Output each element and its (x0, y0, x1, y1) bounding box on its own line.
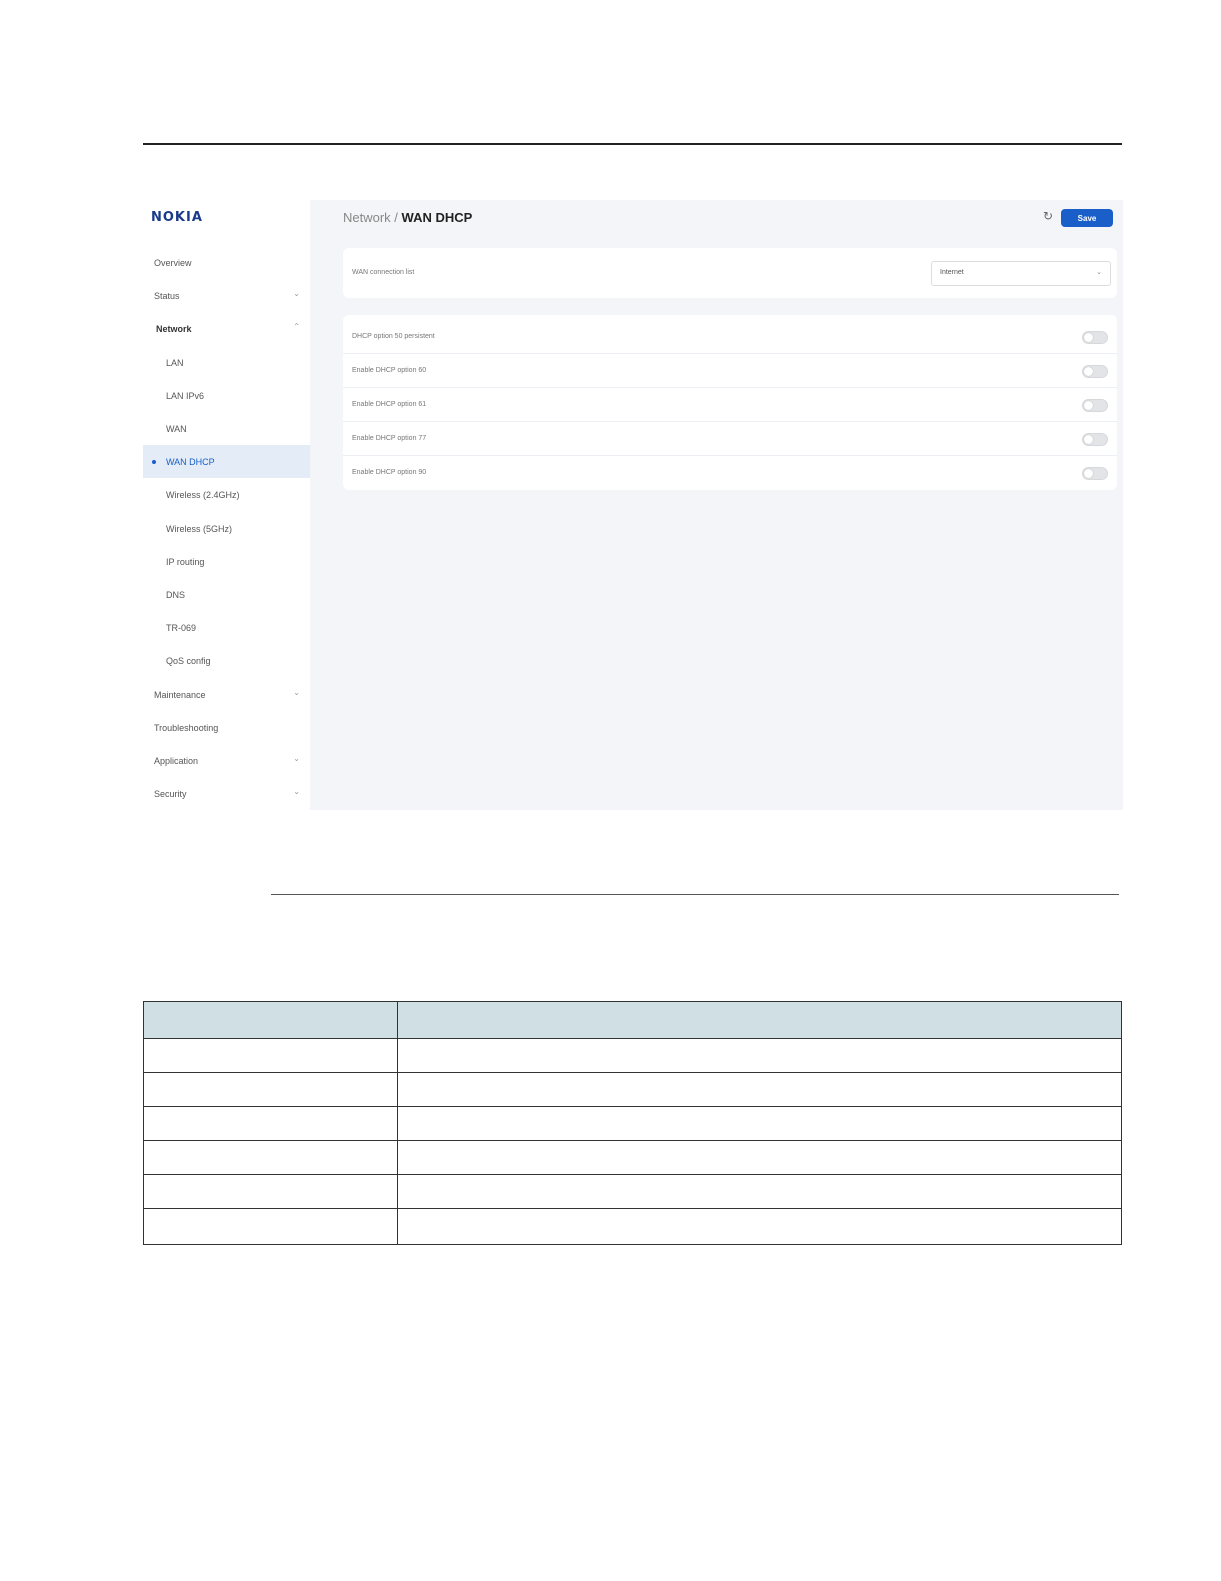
dhcp-option-label: Enable DHCP option 60 (352, 367, 427, 374)
sidebar-item-tr-069[interactable]: TR-069 (143, 611, 310, 644)
sidebar-item-troubleshooting[interactable]: Troubleshooting (143, 711, 310, 744)
dhcp-option-row: Enable DHCP option 60 (343, 353, 1117, 388)
table-cell (143, 1140, 398, 1175)
nokia-logo: NOKIA (151, 210, 203, 225)
dhcp-option-row: Enable DHCP option 61 (343, 387, 1117, 422)
sidebar-item-wan-dhcp[interactable]: WAN DHCP (143, 445, 310, 479)
table-row (143, 1106, 1122, 1141)
sidebar-item-status[interactable]: Status ⌄ (143, 279, 310, 312)
sidebar-item-label: Wireless (2.4GHz) (166, 490, 240, 501)
sidebar-item-label: Status (154, 291, 180, 302)
refresh-icon[interactable]: ↻ (1043, 209, 1053, 223)
sidebar-item-lan-ipv6[interactable]: LAN IPv6 (143, 379, 310, 412)
wan-connection-card: WAN connection list Internet ⌄ (343, 248, 1117, 298)
dhcp-option-toggle[interactable] (1082, 399, 1108, 412)
table-row (143, 1208, 1122, 1245)
breadcrumb: Network / WAN DHCP (343, 210, 472, 225)
router-screenshot: NOKIA Overview Status ⌄ Network ⌃ LAN LAN IPv6… (143, 200, 1123, 810)
sidebar-item-label: WAN (166, 424, 187, 434)
chevron-down-icon: ⌄ (1096, 269, 1102, 276)
dhcp-option-toggle[interactable] (1082, 433, 1108, 446)
table-row (143, 1072, 1122, 1107)
table-cell (143, 1106, 398, 1141)
chevron-up-icon[interactable]: ⌃ (293, 322, 300, 331)
dhcp-options-card: DHCP option 50 persistent Enable DHCP opt… (343, 315, 1117, 490)
sidebar-item-dns[interactable]: DNS (143, 578, 310, 611)
save-button[interactable]: Save (1061, 209, 1113, 227)
sidebar-item-label: Security (154, 789, 187, 800)
active-dot-icon (152, 460, 156, 465)
main-panel: Network / WAN DHCP ↻ Save WAN connection… (310, 200, 1123, 810)
dhcp-option-label: Enable DHCP option 77 (352, 435, 427, 442)
table-row (143, 1174, 1122, 1209)
sidebar-item-wireless-2-4ghz[interactable]: Wireless (2.4GHz) (143, 478, 310, 511)
table-cell (397, 1106, 1122, 1141)
sidebar-item-wireless-5ghz[interactable]: Wireless (5GHz) (143, 512, 310, 545)
sidebar: NOKIA Overview Status ⌄ Network ⌃ LAN LAN IPv6… (143, 200, 310, 810)
sidebar-item-label: WAN DHCP (166, 457, 215, 468)
table-cell (143, 1072, 398, 1107)
dhcp-option-toggle[interactable] (1082, 331, 1108, 344)
toggle-knob (1084, 469, 1093, 478)
table-cell (143, 1174, 398, 1209)
sidebar-item-maintenance[interactable]: Maintenance ⌄ (143, 678, 310, 711)
dhcp-option-row: Enable DHCP option 90 (343, 455, 1117, 489)
sidebar-item-ip-routing[interactable]: IP routing (143, 545, 310, 578)
sidebar-item-overview[interactable]: Overview (143, 246, 310, 279)
sidebar-item-label: Network (156, 324, 192, 335)
sidebar-item-label: Overview (154, 258, 192, 268)
sidebar-item-label: Troubleshooting (154, 722, 219, 733)
sidebar-item-wan[interactable]: WAN (143, 412, 310, 445)
table-row (143, 1038, 1122, 1073)
chevron-down-icon[interactable]: ⌄ (293, 688, 300, 697)
wan-connection-value: Internet (940, 269, 964, 276)
parameter-table (143, 1001, 1122, 1245)
sidebar-item-label: TR-069 (166, 623, 197, 634)
table-cell (397, 1208, 1122, 1245)
table-cell (397, 1038, 1122, 1073)
toggle-knob (1084, 401, 1093, 410)
sidebar-item-label: Maintenance (154, 689, 206, 700)
toggle-knob (1084, 367, 1093, 376)
sidebar-item-label: QoS config (166, 656, 211, 667)
table-cell (397, 1140, 1122, 1175)
table-cell (397, 1174, 1122, 1209)
sidebar-item-qos-config[interactable]: QoS config (143, 644, 310, 677)
sidebar-item-label: LAN (166, 357, 184, 368)
sidebar-item-label: Wireless (5GHz) (166, 523, 233, 534)
table-header-cell (143, 1001, 398, 1039)
sidebar-item-label: Application (154, 756, 199, 766)
wan-connection-select[interactable]: Internet ⌄ (931, 261, 1111, 286)
table-header-row (143, 1001, 1122, 1039)
sidebar-item-label: DNS (166, 590, 186, 600)
table-cell (143, 1208, 398, 1245)
table-header-cell (397, 1001, 1122, 1039)
dhcp-option-row: Enable DHCP option 77 (343, 421, 1117, 456)
table-row (143, 1140, 1122, 1175)
chevron-down-icon[interactable]: ⌄ (293, 754, 300, 763)
section-rule (271, 894, 1119, 895)
toggle-knob (1084, 435, 1093, 444)
sidebar-item-label: IP routing (166, 556, 205, 567)
toggle-knob (1084, 333, 1093, 342)
sidebar-item-security[interactable]: Security ⌄ (143, 777, 310, 810)
breadcrumb-parent[interactable]: Network / (343, 210, 402, 225)
dhcp-option-row: DHCP option 50 persistent (343, 319, 1117, 354)
breadcrumb-current: WAN DHCP (401, 210, 473, 225)
sidebar-item-application[interactable]: Application ⌄ (143, 744, 310, 777)
dhcp-option-label: DHCP option 50 persistent (352, 333, 435, 340)
chevron-down-icon[interactable]: ⌄ (293, 289, 300, 298)
chevron-down-icon[interactable]: ⌄ (293, 787, 300, 796)
sidebar-item-label: LAN IPv6 (166, 390, 205, 401)
dhcp-option-toggle[interactable] (1082, 365, 1108, 378)
top-rule (143, 143, 1122, 145)
sidebar-item-lan[interactable]: LAN (143, 346, 310, 379)
wan-connection-label: WAN connection list (352, 269, 415, 276)
table-cell (397, 1072, 1122, 1107)
dhcp-option-toggle[interactable] (1082, 467, 1108, 480)
dhcp-option-label: Enable DHCP option 61 (352, 401, 427, 408)
sidebar-item-network[interactable]: Network ⌃ (143, 312, 310, 345)
dhcp-option-label: Enable DHCP option 90 (352, 469, 427, 476)
table-cell (143, 1038, 398, 1073)
